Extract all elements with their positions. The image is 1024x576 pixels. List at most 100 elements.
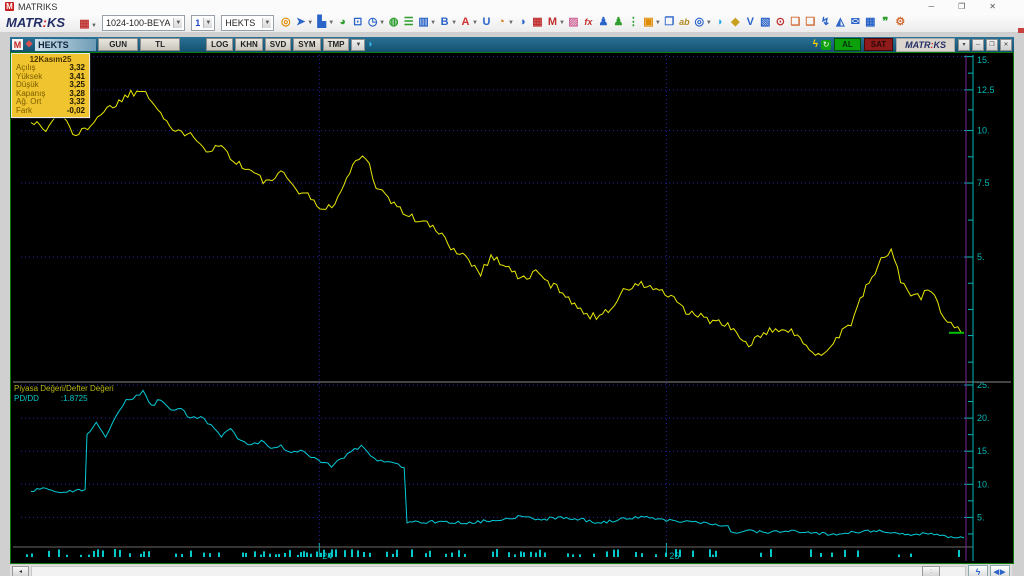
scroll-left-button[interactable]: ◂ (12, 565, 29, 576)
v-icon[interactable]: V (743, 15, 758, 30)
traffic-light-icon[interactable]: ⋮ (626, 15, 641, 30)
chevron-down-icon[interactable]: ▼ (173, 17, 183, 28)
chart-mode-button-log[interactable]: LOG (206, 38, 234, 51)
matriks-app: M MATRIKS ─ ❐ ✕ MATR:KS ▦▼ 1024-100-BEYA… (0, 0, 1024, 576)
matriks-brand-label: MATR:KS (896, 37, 955, 52)
depth-icon[interactable]: ☰ (401, 15, 416, 30)
fx-icon[interactable]: fx (581, 15, 596, 30)
chevron-down-icon[interactable]: ▼ (430, 20, 436, 26)
clock-icon[interactable]: ◷ (365, 15, 380, 30)
mail-icon[interactable]: ✉ (848, 15, 863, 30)
chart-close-button[interactable]: ✕ (1000, 38, 1012, 51)
indicator-value: PD/DD:1.8725 (14, 394, 88, 403)
chart-restore-button[interactable]: ❐ (986, 38, 998, 51)
chart-mode-button-khn[interactable]: KHN (235, 38, 263, 51)
pointer-icon[interactable]: ➤ (293, 15, 308, 30)
symbol-combo[interactable]: HEKTS ▼ (221, 14, 275, 31)
workspace-combo[interactable]: 1024-100-BEYA ▼ (101, 14, 186, 31)
viop-icon[interactable]: ▦ (530, 15, 545, 30)
chevron-down-icon[interactable]: ▼ (379, 20, 385, 26)
page-arrows-icon[interactable]: ◀▶ (990, 565, 1010, 576)
notify-icon[interactable]: ◆ (728, 15, 743, 30)
refresh-circle-icon[interactable]: ◑ (515, 15, 530, 30)
svg-text:10.: 10. (977, 479, 990, 489)
quick-trade-icon[interactable]: ϟ (813, 39, 818, 50)
chart-scrollbar[interactable]: ◂ ⁚ ϟ ◀▶ (10, 565, 1012, 576)
minimize-button[interactable]: ─ (928, 2, 934, 11)
chevron-down-icon[interactable]: ▼ (307, 20, 313, 26)
chart-mode-button-gun[interactable]: GUN (98, 38, 139, 51)
lang-icon[interactable]: ab (677, 15, 692, 30)
tooltip-row: Fark -0,02 (16, 105, 85, 115)
refresh-icon[interactable]: ↻ (821, 39, 832, 50)
maximize-button[interactable]: ❐ (958, 2, 965, 11)
svg-text:15.: 15. (977, 446, 990, 456)
settings-icon[interactable]: ⚙ (893, 15, 908, 30)
zoom-icon[interactable]: ◎ (278, 15, 293, 30)
graph-box-icon[interactable]: ▨ (566, 15, 581, 30)
monitor-icon[interactable]: ⊡ (350, 15, 365, 30)
chart-icon[interactable]: ▙ (314, 15, 329, 30)
chevron-down-icon[interactable]: ▼ (559, 20, 565, 26)
scrollbar-thumb[interactable]: ⁚ (922, 566, 940, 576)
news-icon[interactable]: ▥ (416, 15, 431, 30)
time-analysis-icon[interactable]: ◔ (494, 15, 509, 30)
chart-mode-button-tl[interactable]: TL (140, 38, 181, 51)
chart-mode-button-svd[interactable]: SVD (264, 38, 292, 51)
chevron-down-icon[interactable]: ▼ (472, 20, 478, 26)
bold-icon[interactable]: B (437, 15, 452, 30)
users-icon[interactable]: ♟ (611, 15, 626, 30)
chart-lock-icon[interactable]: ▧ (758, 15, 773, 30)
quick-jump-icon[interactable]: ϟ (968, 565, 988, 576)
window-small-icon[interactable]: ❑ (788, 15, 803, 30)
chart-m-icon[interactable]: M (12, 39, 23, 50)
app-logo-icon: M (5, 2, 14, 11)
twitter-icon[interactable]: ◗ (367, 39, 373, 50)
user-icon[interactable]: ♟ (596, 15, 611, 30)
chevron-down-icon[interactable]: ▼ (262, 17, 272, 28)
matriks-m-icon[interactable]: M (545, 15, 560, 30)
chevron-down-icon[interactable]: ▼ (655, 20, 661, 26)
chart-canvas[interactable]: 15.12.510.7.55.25.20.15.10.5.24 25 (11, 53, 1013, 563)
chart-area[interactable]: 15. 12.5 10. 7.5 5. 25. 20. 15. 10. 5. 24 25 12Kası… (10, 52, 1014, 564)
chevron-down-icon[interactable]: ▼ (203, 17, 213, 28)
chart-mode-button-tmp[interactable]: TMP (322, 38, 350, 51)
chart-menu-button[interactable]: ▾ (958, 38, 970, 51)
buy-button[interactable]: AL (834, 38, 861, 51)
svg-text:12.5: 12.5 (977, 85, 995, 95)
svg-text:10.: 10. (977, 126, 990, 136)
svg-text:7.5: 7.5 (977, 178, 990, 188)
close-button[interactable]: ✕ (989, 2, 996, 11)
chart-window-header[interactable]: M ❖ HEKTS GUN TL LOG KHN SVD SYM TMP ▼ ◗ ϟ ↻ A… (10, 37, 1014, 52)
apps-icon[interactable]: ▣ (641, 15, 656, 30)
underline-icon[interactable]: U (479, 15, 494, 30)
scrollbar-track[interactable] (31, 566, 966, 576)
globe-icon[interactable]: ◍ (386, 15, 401, 30)
link-icon[interactable]: ↯ (818, 15, 833, 30)
chart-symbol-field[interactable]: HEKTS (35, 38, 97, 51)
period-combo[interactable]: 1 ▼ (191, 14, 216, 31)
sell-button[interactable]: SAT (863, 38, 894, 51)
chevron-down-icon[interactable]: ▼ (328, 20, 334, 26)
window-large-icon[interactable]: ❏ (803, 15, 818, 30)
svg-text:5.: 5. (977, 512, 985, 522)
chart-minimize-button[interactable]: ─ (972, 38, 984, 51)
indicator-title: Piyasa Değeri/Defter Değeri (14, 384, 114, 393)
docs-icon[interactable]: ❐ (662, 15, 677, 30)
chat-icon[interactable]: ❞ (878, 15, 893, 30)
bell-icon[interactable]: ◭ (833, 15, 848, 30)
chevron-down-icon[interactable]: ▼ (508, 20, 514, 26)
chevron-down-icon[interactable]: ▼ (706, 20, 712, 26)
calculator-icon[interactable]: ▦ (863, 15, 878, 30)
chart-window: M ❖ HEKTS GUN TL LOG KHN SVD SYM TMP ▼ ◗ ϟ ↻ A… (0, 33, 1024, 576)
chevron-down-icon[interactable]: ▼ (451, 20, 457, 26)
chevron-down-icon[interactable]: ▼ (91, 23, 97, 29)
search-icon[interactable]: ◎ (692, 15, 707, 30)
chart-dropdown-button[interactable]: ▼ (351, 38, 366, 51)
pie-chart-icon[interactable]: ◕ (335, 15, 350, 30)
screen-record-icon[interactable]: ⊙ (773, 15, 788, 30)
save-icon[interactable]: ▦ (77, 17, 92, 32)
annotation-icon[interactable]: A (458, 15, 473, 30)
chart-mode-button-sym[interactable]: SYM (293, 38, 321, 51)
twitter-icon[interactable]: ◗ (713, 15, 728, 30)
